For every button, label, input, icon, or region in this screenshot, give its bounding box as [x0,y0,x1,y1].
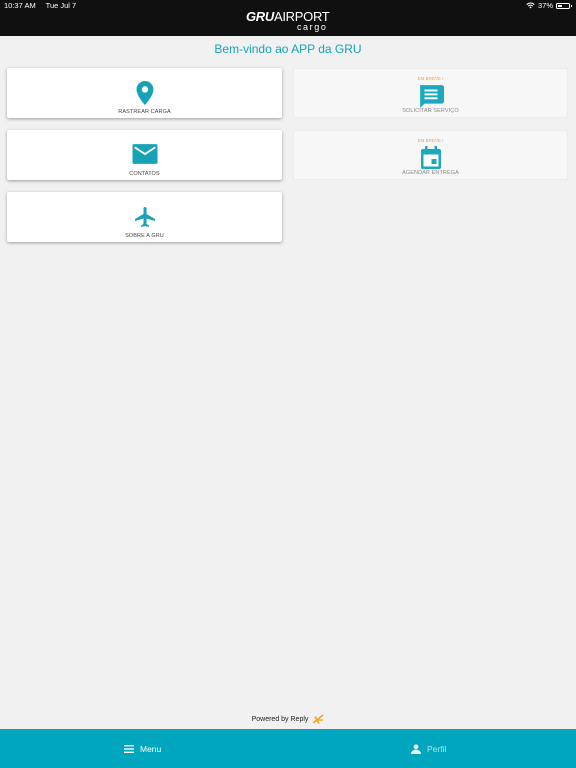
mail-icon [132,144,157,164]
calendar-icon [420,146,441,169]
wifi-icon [526,2,535,9]
app-header: 10:37 AM Tue Jul 7 37% GRUAIRPORT cargo [0,0,576,36]
powered-by: Powered by Reply [0,714,576,725]
sobre-a-gru-button[interactable]: SOBRE A GRU [7,192,282,242]
menu-button[interactable]: Menu [124,729,161,768]
powered-by-text: Powered by Reply [251,716,309,723]
status-bar-left: 10:37 AM Tue Jul 7 [4,1,84,10]
welcome-title: Bem-vindo ao APP da GRU [214,42,362,56]
solicitar-servico-button[interactable]: EM BREVE ! SOLICITAR SERVIÇO [293,68,568,118]
person-icon [411,743,421,754]
status-time: 10:37 AM [4,1,36,10]
hamburger-menu-icon [124,744,134,753]
battery-icon [556,2,572,9]
status-bar-right: 37% [526,1,572,10]
menu-label: Menu [140,743,162,754]
agendar-entrega-label: AGENDAR ENTREGA [402,170,459,176]
chat-message-icon [419,85,444,108]
coming-soon-badge: EM BREVE ! [417,76,444,81]
perfil-button[interactable]: Perfil [411,729,446,768]
battery-percent: 37% [537,1,553,10]
contatos-label: CONTATOS [129,171,160,177]
airplane-icon [134,207,155,227]
perfil-label: Perfil [427,743,447,754]
coming-soon-badge: EM BREVE ! [417,138,444,143]
solicitar-servico-label: SOLICITAR SERVIÇO [402,108,459,114]
agendar-entrega-button[interactable]: EM BREVE ! AGENDAR ENTREGA [293,130,568,180]
location-pin-icon [136,81,153,105]
rastrear-carga-label: RASTREAR CARGA [118,109,171,115]
contatos-button[interactable]: CONTATOS [7,130,282,180]
bottom-nav: Menu Perfil [0,729,576,768]
rastrear-carga-button[interactable]: RASTREAR CARGA [7,68,282,118]
status-date: Tue Jul 7 [45,1,77,10]
reply-logo-icon [312,714,324,724]
gru-airport-cargo-logo: GRUAIRPORT cargo [246,9,330,32]
sobre-a-gru-label: SOBRE A GRU [125,233,164,239]
